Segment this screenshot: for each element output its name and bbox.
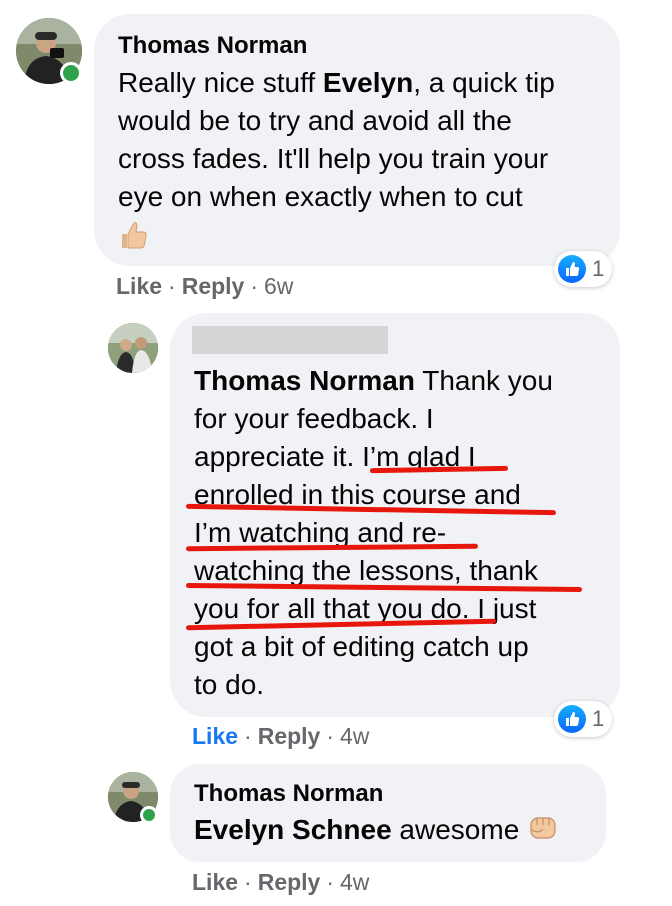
comment-text-part: Thank you	[414, 365, 553, 396]
reaction-count: 1	[592, 706, 605, 731]
comment-line: eye on when exactly when to cut	[118, 181, 523, 212]
fist-emoji	[527, 812, 559, 852]
like-reaction-icon	[558, 255, 586, 283]
reaction-summary[interactable]: 1	[554, 251, 613, 287]
like-reaction-icon	[558, 705, 586, 733]
comment-line: would be to try and avoid all the	[118, 105, 512, 136]
online-status-icon	[140, 806, 158, 824]
thumbs-up-emoji	[118, 220, 148, 255]
comment-line: cross fades. It'll help you train your	[118, 143, 549, 174]
mention-link[interactable]: Thomas Norman	[194, 365, 415, 396]
timestamp[interactable]: 4w	[340, 723, 369, 749]
redacted-author-name	[192, 326, 388, 354]
comment-text: Evelyn Schnee awesome	[194, 811, 559, 852]
comment-actions: Like · Reply · 4w	[192, 868, 369, 896]
comment-text-part: , a quick tip	[413, 67, 555, 98]
comment-author[interactable]: Thomas Norman	[118, 31, 307, 61]
timestamp[interactable]: 4w	[340, 869, 369, 895]
reply-button[interactable]: Reply	[258, 869, 321, 895]
timestamp[interactable]: 6w	[264, 273, 293, 299]
reaction-summary[interactable]: 1	[554, 701, 613, 737]
separator: ·	[326, 723, 335, 749]
comment-actions: Like · Reply · 4w	[192, 722, 369, 750]
reply-button[interactable]: Reply	[258, 723, 321, 749]
online-status-icon	[60, 62, 82, 84]
mention-link[interactable]: Evelyn	[323, 67, 413, 98]
separator: ·	[168, 273, 176, 299]
like-button[interactable]: Like	[192, 723, 238, 749]
comment-line: got a bit of editing catch up	[194, 631, 529, 662]
comment-text-part: Really nice stuff	[118, 67, 323, 98]
separator: ·	[244, 723, 252, 749]
comment-text: Thomas Norman Thank you for your feedbac…	[194, 362, 614, 704]
comment-line: for your feedback. I	[194, 403, 434, 434]
reply-button[interactable]: Reply	[182, 273, 245, 299]
comment-line: to do.	[194, 669, 265, 700]
avatar-photo	[108, 323, 158, 373]
separator: ·	[250, 273, 259, 299]
like-button[interactable]: Like	[116, 273, 162, 299]
like-button[interactable]: Like	[192, 869, 238, 895]
separator: ·	[244, 869, 252, 895]
separator: ·	[326, 869, 335, 895]
mention-link[interactable]: Evelyn Schnee	[194, 814, 392, 845]
comment-text: Really nice stuff Evelyn, a quick tip wo…	[118, 64, 618, 216]
comment-author[interactable]: Thomas Norman	[194, 779, 383, 809]
reaction-count: 1	[592, 256, 605, 281]
comment-text-part: awesome	[391, 814, 520, 845]
comment-actions: Like · Reply · 6w	[116, 272, 293, 300]
avatar[interactable]	[108, 323, 158, 373]
